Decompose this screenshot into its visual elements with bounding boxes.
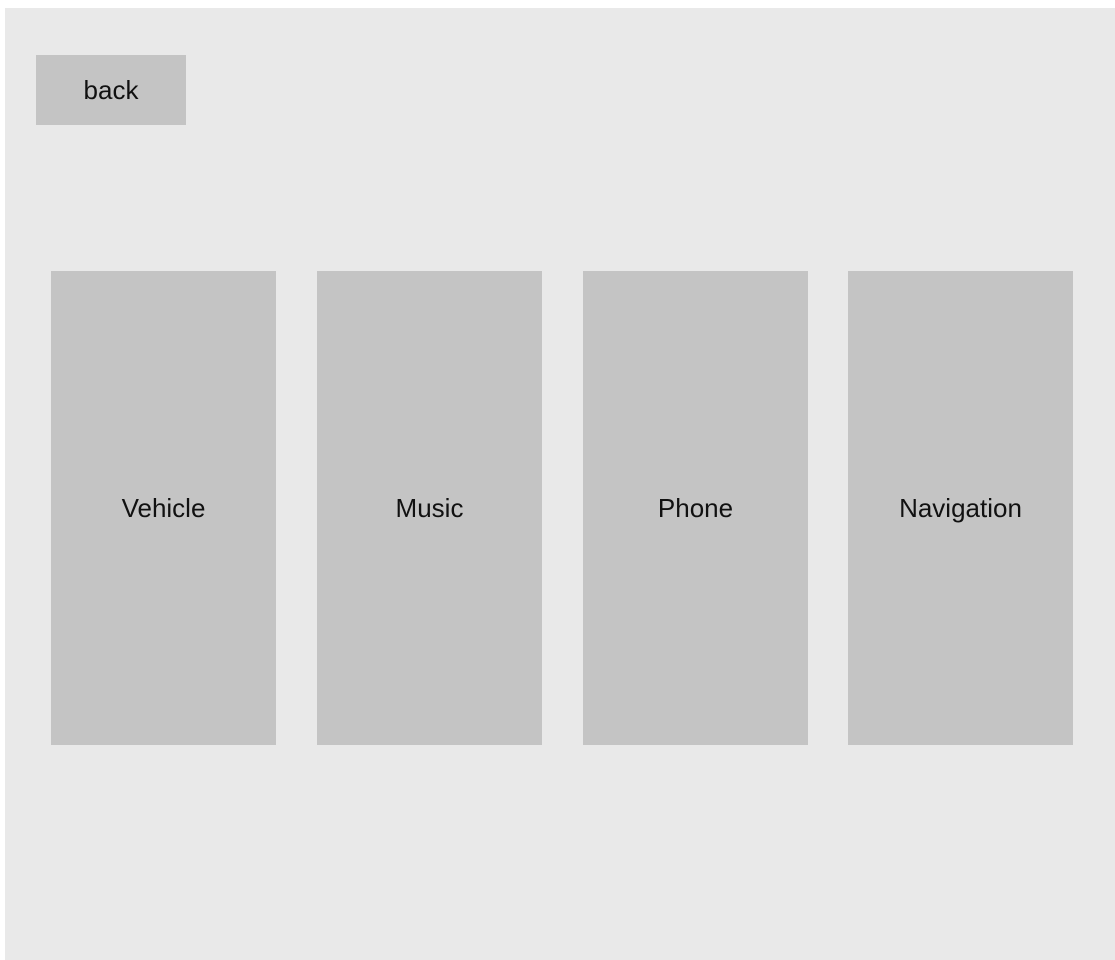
tile-navigation[interactable]: Navigation bbox=[848, 271, 1073, 745]
tile-phone-label: Phone bbox=[657, 492, 734, 523]
back-button[interactable]: back bbox=[36, 55, 186, 125]
tile-vehicle[interactable]: Vehicle bbox=[51, 271, 276, 745]
app-screen: back Vehicle Music Phone Navigation bbox=[5, 8, 1115, 960]
tile-music[interactable]: Music bbox=[317, 271, 542, 745]
tile-navigation-label: Navigation bbox=[899, 492, 1022, 523]
tile-phone[interactable]: Phone bbox=[583, 271, 808, 745]
tile-music-label: Music bbox=[395, 492, 464, 523]
back-button-label: back bbox=[83, 74, 139, 105]
tile-vehicle-label: Vehicle bbox=[121, 492, 206, 523]
